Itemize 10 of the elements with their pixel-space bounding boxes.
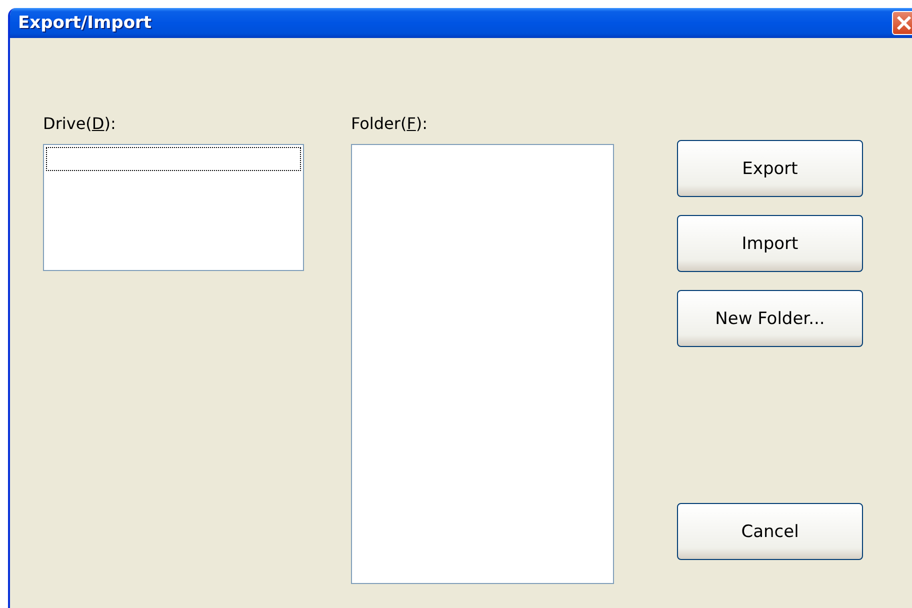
close-button[interactable]	[892, 11, 912, 35]
folder-label: Folder(F):	[351, 114, 429, 134]
dialog-button[interactable]: New Folder...	[677, 290, 863, 347]
window-title: Export/Import	[18, 13, 152, 33]
drive-label: Drive(D):	[43, 114, 117, 134]
drive-list[interactable]	[43, 144, 304, 271]
close-icon	[896, 15, 912, 31]
dialog-button[interactable]: Import	[677, 215, 863, 272]
dialog-button[interactable]: Export	[677, 140, 863, 197]
cancel-button[interactable]: Cancel	[677, 503, 863, 560]
